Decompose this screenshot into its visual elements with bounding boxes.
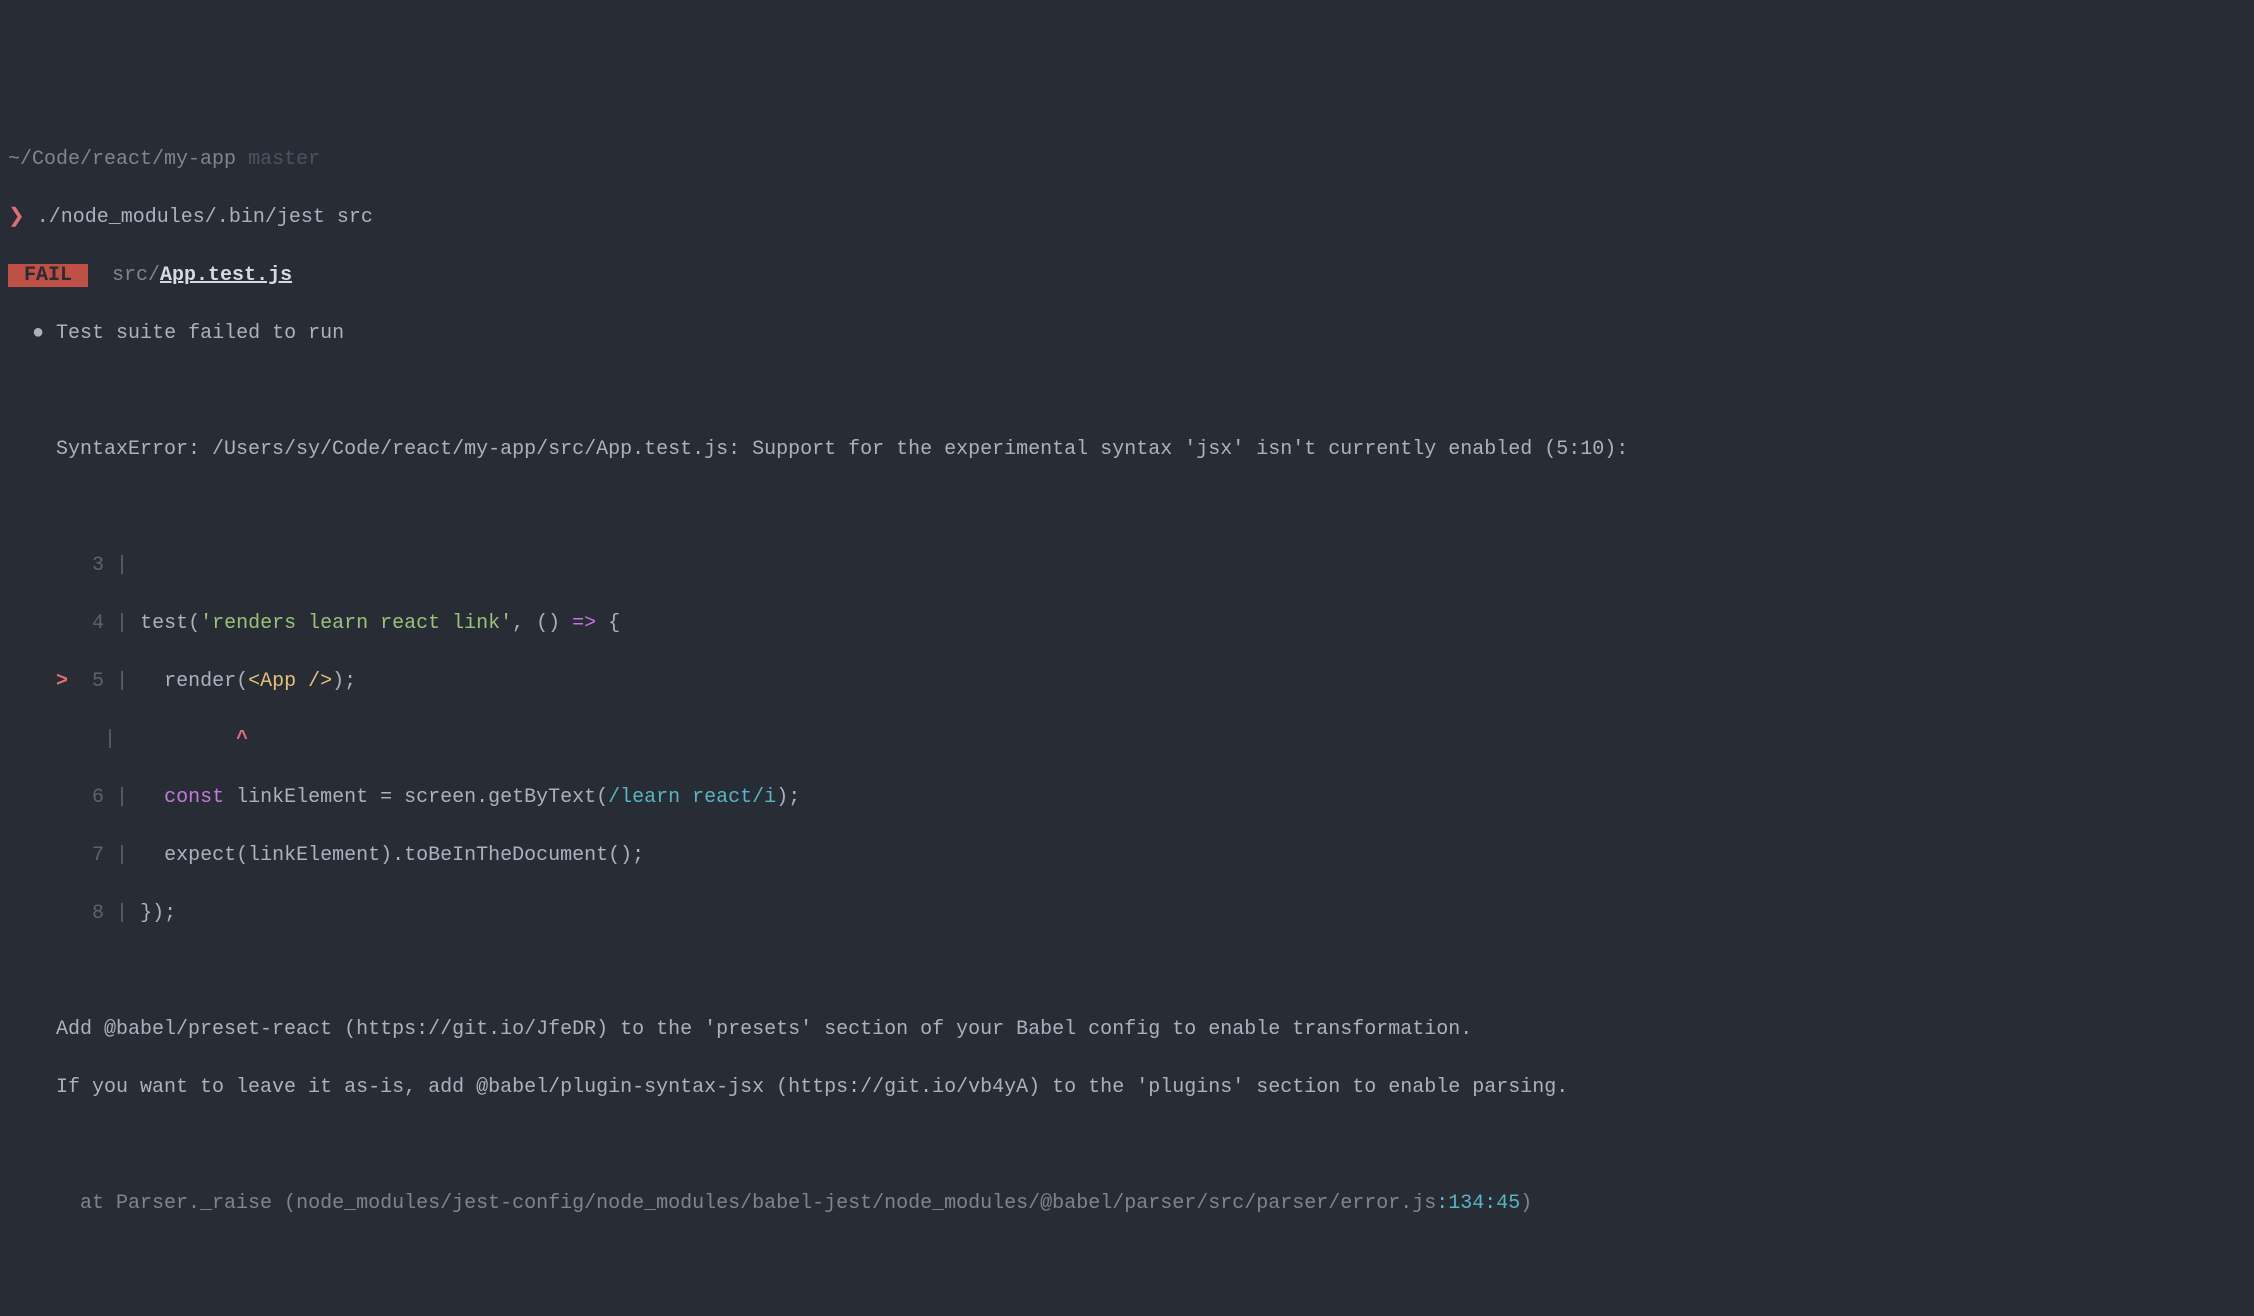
stack-location: :134:45 bbox=[1436, 1192, 1520, 1215]
blank-line bbox=[8, 493, 2246, 522]
error-line-marker: > bbox=[56, 670, 68, 693]
caret-line: | ^ bbox=[8, 725, 2246, 754]
fail-line: FAIL src/App.test.js bbox=[8, 261, 2246, 290]
suite-failed-text: Test suite failed to run bbox=[56, 322, 344, 345]
hint-line-2: If you want to leave it as-is, add @babe… bbox=[8, 1073, 2246, 1102]
fail-file: App.test.js bbox=[160, 264, 292, 287]
gutter-pipe: | bbox=[104, 728, 116, 751]
bullet-icon: ● bbox=[32, 322, 44, 345]
syntax-error-text: SyntaxError: /Users/sy/Code/react/my-app… bbox=[56, 438, 1628, 461]
code-line-5: > 5 | render(<App />); bbox=[8, 667, 2246, 696]
command-text: ./node_modules/.bin/jest src bbox=[37, 206, 373, 229]
code-line-4: 4 | test('renders learn react link', () … bbox=[8, 609, 2246, 638]
stack-line: at Parser._raise (node_modules/jest-conf… bbox=[8, 1189, 2246, 1218]
git-branch: master bbox=[248, 148, 320, 171]
suite-failed-line: ● Test suite failed to run bbox=[8, 319, 2246, 348]
hint-line-1: Add @babel/preset-react (https://git.io/… bbox=[8, 1015, 2246, 1044]
gutter-pipe: | bbox=[116, 902, 128, 925]
line-number: 3 bbox=[80, 551, 104, 580]
stack-at: at Parser._raise ( bbox=[56, 1192, 296, 1215]
hint-text: Add @babel/preset-react (https://git.io/… bbox=[56, 1018, 1472, 1041]
gutter-pipe: | bbox=[116, 670, 128, 693]
blank-line bbox=[8, 957, 2246, 986]
stack-path: node_modules/jest-config/node_modules/ba… bbox=[296, 1192, 1436, 1215]
code-line-8: 8 | }); bbox=[8, 899, 2246, 928]
gutter-pipe: | bbox=[116, 844, 128, 867]
prompt-line-path: ~/Code/react/my-app master bbox=[8, 145, 2246, 174]
syntax-error-line: SyntaxError: /Users/sy/Code/react/my-app… bbox=[8, 435, 2246, 464]
cwd-path: ~/Code/react/my-app bbox=[8, 148, 236, 171]
blank-line bbox=[8, 377, 2246, 406]
gutter-pipe: | bbox=[116, 786, 128, 809]
gutter-pipe: | bbox=[116, 612, 128, 635]
line-number: 5 bbox=[80, 667, 104, 696]
line-number: 6 bbox=[80, 783, 104, 812]
stack-close-paren: ) bbox=[1520, 1192, 1532, 1215]
code-line-7: 7 | expect(linkElement).toBeInTheDocumen… bbox=[8, 841, 2246, 870]
fail-dir: src/ bbox=[112, 264, 160, 287]
line-number: 8 bbox=[80, 899, 104, 928]
gutter-pipe: | bbox=[116, 554, 128, 577]
hint-text: If you want to leave it as-is, add @babe… bbox=[56, 1076, 1568, 1099]
caret-pointer-icon: ^ bbox=[128, 728, 248, 751]
terminal-output: ~/Code/react/my-app master ❯ ./node_modu… bbox=[0, 116, 2254, 1247]
blank-line bbox=[8, 1131, 2246, 1160]
code-line-6: 6 | const linkElement = screen.getByText… bbox=[8, 783, 2246, 812]
prompt-arrow-icon: ❯ bbox=[8, 206, 25, 229]
line-number: 4 bbox=[80, 609, 104, 638]
fail-badge: FAIL bbox=[8, 264, 88, 287]
line-number: 7 bbox=[80, 841, 104, 870]
prompt-line-command: ❯ ./node_modules/.bin/jest src bbox=[8, 203, 2246, 232]
code-line-3: 3 | bbox=[8, 551, 2246, 580]
